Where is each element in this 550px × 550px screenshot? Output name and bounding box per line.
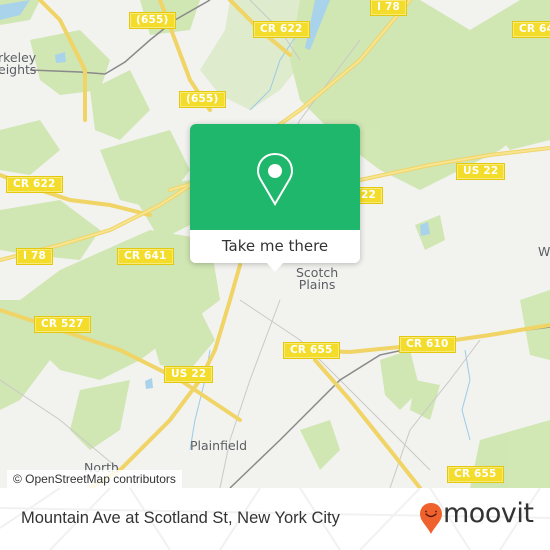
footer: Mountain Ave at Scotland St, New York Ci… (0, 488, 550, 550)
map-pin-icon (256, 152, 294, 206)
map[interactable]: (655) CR 622 I 78 CR 643 (655) CR 622 US… (0, 0, 550, 488)
road-shield-655: (655) (130, 13, 175, 28)
road-shield-cr-610: CR 610 (400, 337, 455, 352)
road-shield-us-22: US 22 (457, 164, 505, 179)
moovit-wordmark: moovit (443, 498, 534, 529)
place-label-scotch-plains: Scotch Plains (296, 266, 338, 292)
location-popup: Take me there (190, 124, 360, 272)
popup-pointer (266, 262, 284, 272)
moovit-logo[interactable]: moovit (419, 498, 544, 535)
popup-header (190, 124, 360, 230)
place-label-line: Plains (298, 277, 336, 292)
road-shield-cr-622: CR 622 (254, 22, 309, 37)
road-shield-i-78: I 78 (17, 249, 52, 264)
road-shield-us-22: US 22 (165, 367, 213, 382)
road-shield-cr-641: CR 641 (118, 249, 173, 264)
moovit-pin-icon (420, 503, 442, 534)
place-label-plainfield: Plainfield (190, 438, 248, 453)
place-label-line: eights (0, 62, 37, 77)
road-shield-cr-655: CR 655 (284, 343, 339, 358)
map-attribution[interactable]: © OpenStreetMap contributors (7, 470, 182, 488)
stop-title: Mountain Ave at Scotland St, New York Ci… (21, 509, 340, 527)
road-shield-655: (655) (180, 92, 225, 107)
road-shield-cr-643: CR 643 (513, 22, 550, 37)
road-shield-cr-622: CR 622 (7, 177, 62, 192)
road-shield-cr-527: CR 527 (35, 317, 90, 332)
road-shield-cr-655: CR 655 (448, 467, 503, 482)
take-me-there-button[interactable]: Take me there (190, 230, 360, 263)
road-shield-i-78: I 78 (371, 0, 406, 15)
place-label-westfield: W (538, 244, 550, 259)
place-label-berkeley-heights: rkeley eights (0, 51, 37, 77)
